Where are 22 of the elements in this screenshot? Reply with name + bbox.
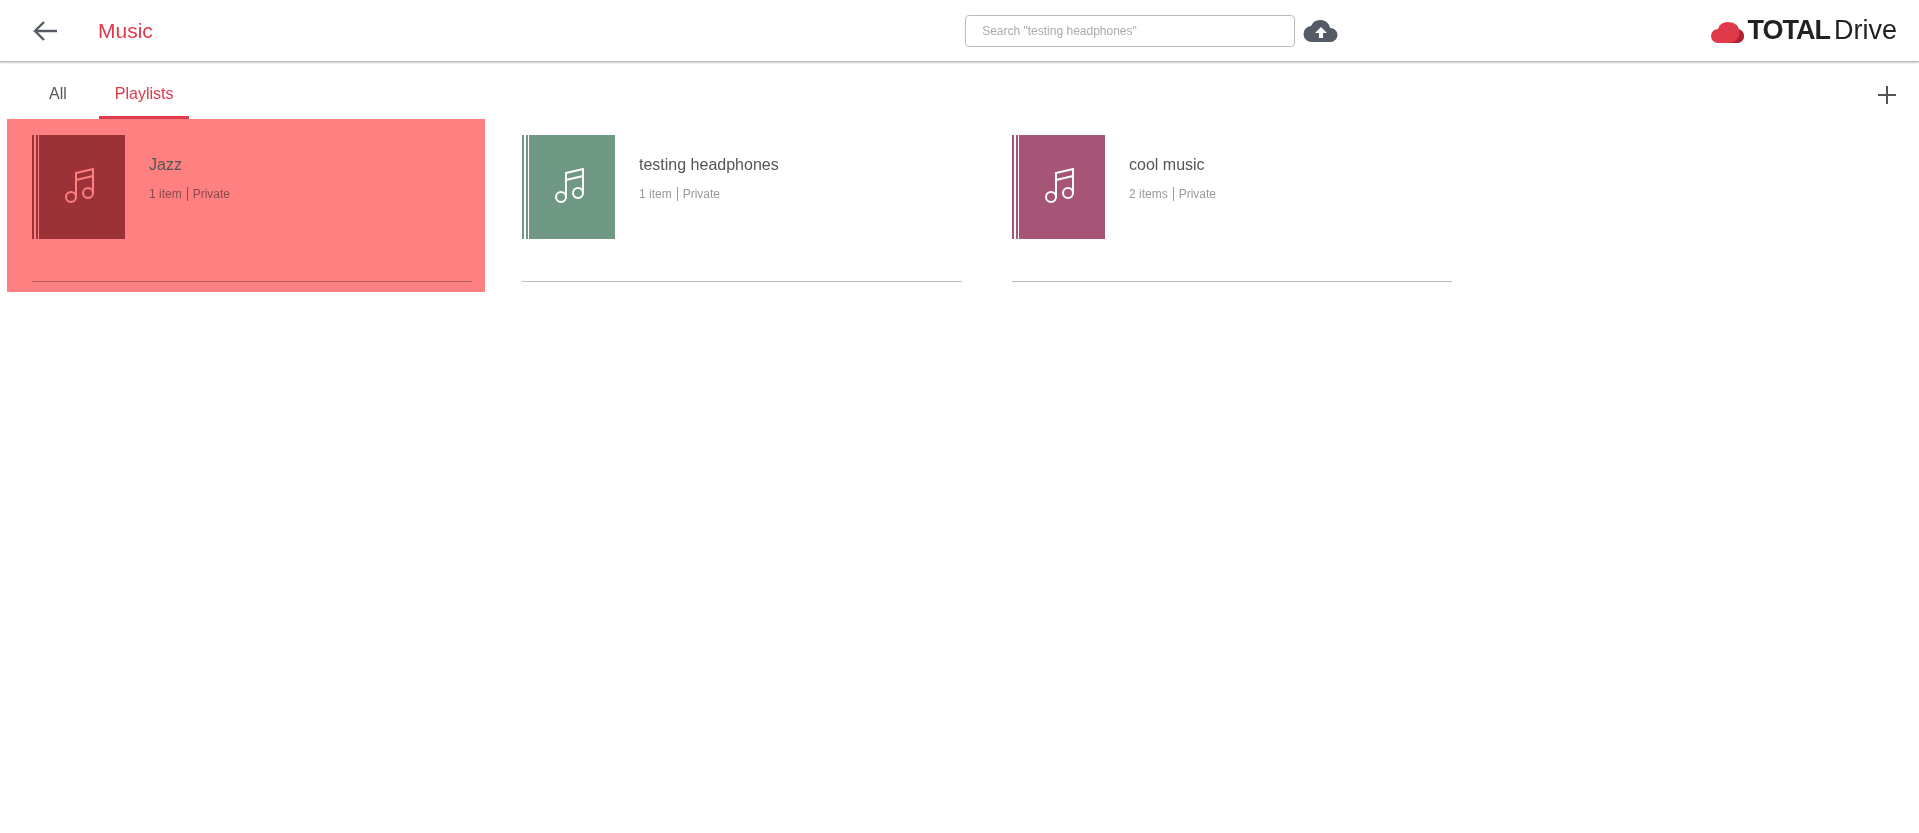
search-field[interactable]: Search "testing headphones" — [965, 14, 1296, 47]
privacy-label: Private — [682, 186, 721, 203]
privacy-label: Private — [192, 186, 231, 203]
playlist-card[interactable]: testing headphones 1 item Private — [497, 119, 975, 292]
playlist-card[interactable]: cool music 2 items Private — [987, 119, 1465, 292]
playlist-name: cool music — [1129, 155, 1206, 175]
add-icon[interactable] — [1877, 84, 1897, 105]
logo-text: TOTAL — [1747, 14, 1830, 48]
music-note-icon — [555, 167, 584, 203]
music-note-icon — [65, 167, 94, 203]
cloud-upload-icon[interactable] — [1303, 18, 1340, 43]
privacy-label: Private — [1178, 186, 1217, 203]
item-count: 1 item — [639, 186, 672, 203]
page-title: Music — [98, 17, 153, 44]
music-note-icon — [1045, 167, 1074, 203]
tab[interactable]: All — [33, 70, 83, 119]
item-count: 2 items — [1129, 186, 1168, 203]
playlist-name: Jazz — [149, 155, 183, 175]
playlist-name: testing headphones — [639, 155, 779, 175]
logo-text: Drive — [1834, 14, 1897, 48]
back-arrow-icon[interactable] — [32, 19, 58, 42]
item-count: 1 item — [149, 186, 182, 203]
